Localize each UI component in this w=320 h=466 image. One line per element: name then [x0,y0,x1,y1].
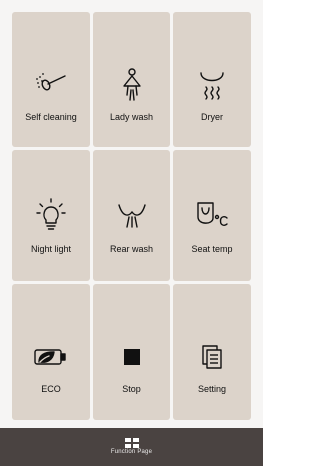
function-page-label: Function Page [110,449,153,455]
seat-temp-tile[interactable]: Seat temp [173,150,251,281]
self-cleaning-icon [34,68,68,102]
night-light-tile[interactable]: Night light [12,150,90,281]
tile-label: Self cleaning [25,112,77,122]
tile-label: Stop [122,384,141,394]
eco-battery-icon [34,340,68,374]
tile-label: ECO [41,384,61,394]
self-cleaning-tile[interactable]: Self cleaning [12,12,90,147]
night-light-icon [34,197,68,231]
setting-tile[interactable]: Setting [173,284,251,420]
grid-icon [125,435,139,448]
dryer-icon [195,68,229,102]
stop-icon [115,340,149,374]
bottom-tab-bar[interactable]: Function Page [0,428,263,466]
lady-wash-tile[interactable]: Lady wash [93,12,170,147]
dryer-tile[interactable]: Dryer [173,12,251,147]
eco-tile[interactable]: ECO [12,284,90,420]
function-page: Self cleaning Lady wash Dryer Night ligh… [0,0,263,466]
stop-tile[interactable]: Stop [93,284,170,420]
seat-temp-icon [195,197,229,231]
tile-label: Dryer [201,112,223,122]
setting-icon [195,340,229,374]
rear-wash-icon [115,197,149,231]
tile-label: Lady wash [109,112,154,122]
rear-wash-tile[interactable]: Rear wash [93,150,170,281]
tile-label: Seat temp [191,244,233,254]
tile-label: Rear wash [109,244,154,254]
lady-wash-icon [115,68,149,102]
tile-label: Night light [30,244,72,254]
tile-label: Setting [197,384,227,394]
